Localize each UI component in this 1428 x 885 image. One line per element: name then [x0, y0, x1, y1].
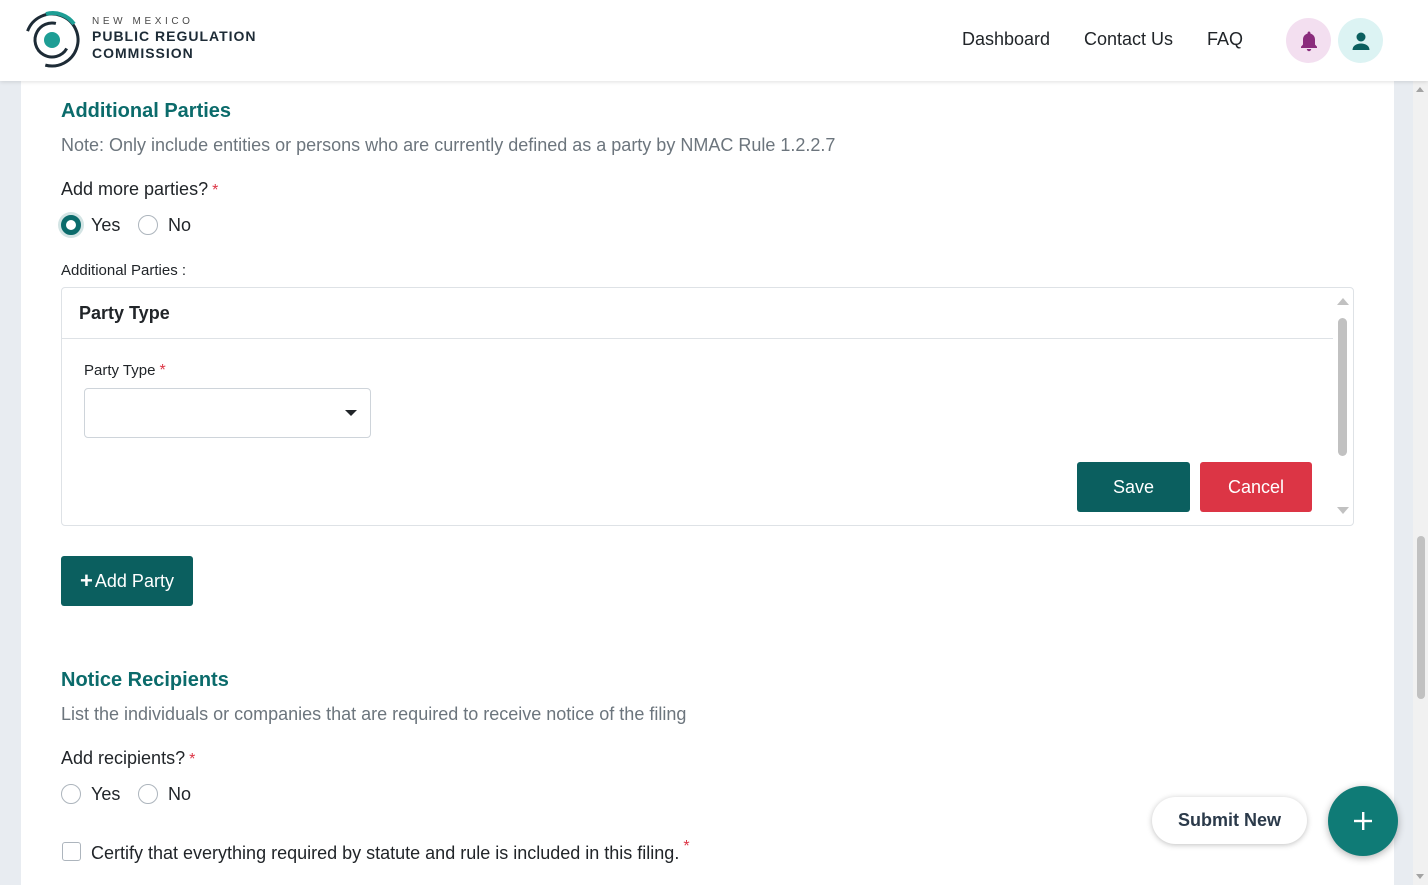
scroll-up-arrow-icon[interactable]	[1337, 298, 1349, 305]
add-recipients-no-label[interactable]: No	[168, 784, 191, 805]
scroll-down-arrow-icon[interactable]	[1337, 507, 1349, 514]
certify-checkbox[interactable]	[62, 842, 81, 861]
additional-parties-note: Note: Only include entities or persons w…	[61, 135, 836, 155]
add-party-button[interactable]: + Add Party	[61, 556, 193, 606]
add-recipients-no-radio[interactable]	[138, 784, 158, 804]
plus-icon	[1354, 812, 1372, 830]
brand-line1: PUBLIC REGULATION	[92, 28, 257, 44]
required-mark: *	[189, 751, 196, 768]
cancel-button[interactable]: Cancel	[1200, 462, 1312, 512]
party-type-select[interactable]	[84, 388, 371, 438]
additional-parties-field-label: Additional Parties :	[61, 262, 187, 279]
save-button[interactable]: Save	[1077, 462, 1190, 512]
panel-scrollbar[interactable]	[1333, 288, 1353, 525]
brand-top: NEW MEXICO	[92, 16, 194, 27]
prc-logo-icon[interactable]	[24, 10, 84, 70]
add-more-parties-question: Add more parties? *	[61, 179, 218, 200]
add-parties-no-label[interactable]: No	[168, 215, 191, 236]
party-editor-panel: Party Type Party Type * Save Cancel	[61, 287, 1354, 526]
party-type-label-text: Party Type	[84, 362, 156, 379]
add-parties-yes-radio[interactable]	[61, 215, 81, 235]
caret-down-icon	[345, 410, 357, 416]
add-recipients-yes-label[interactable]: Yes	[91, 784, 120, 805]
panel-scroll-thumb[interactable]	[1338, 318, 1347, 456]
submit-new-button[interactable]: Submit New	[1152, 797, 1307, 844]
user-menu-button[interactable]	[1338, 18, 1383, 63]
additional-parties-title: Additional Parties	[61, 100, 232, 122]
notice-recipients-description: List the individuals or companies that a…	[61, 704, 687, 724]
certify-label[interactable]: Certify that everything required by stat…	[91, 838, 690, 864]
add-more-parties-label: Add more parties?	[61, 179, 209, 199]
required-mark: *	[683, 838, 690, 855]
certify-text: Certify that everything required by stat…	[91, 843, 680, 863]
add-parties-yes-label[interactable]: Yes	[91, 215, 120, 236]
add-party-label: Add Party	[94, 570, 174, 591]
add-recipients-question: Add recipients? *	[61, 748, 195, 769]
page-scroll-thumb[interactable]	[1417, 536, 1425, 699]
user-icon	[1352, 32, 1369, 50]
notifications-button[interactable]	[1286, 18, 1331, 63]
add-recipients-label: Add recipients?	[61, 748, 186, 768]
party-type-label: Party Type *	[84, 362, 166, 380]
plus-icon: +	[80, 568, 93, 593]
form-content: Additional Parties Note: Only include en…	[21, 81, 1394, 885]
nav-faq[interactable]: FAQ	[1207, 29, 1243, 50]
bell-icon	[1300, 31, 1317, 51]
page-scroll-down-icon[interactable]	[1416, 874, 1424, 879]
new-filing-fab-button[interactable]	[1328, 786, 1398, 856]
notice-recipients-title: Notice Recipients	[61, 669, 229, 691]
party-panel-title: Party Type	[79, 303, 170, 323]
nav-contact-us[interactable]: Contact Us	[1084, 29, 1173, 50]
page-scroll-up-icon[interactable]	[1416, 87, 1424, 92]
top-header: NEW MEXICO PUBLIC REGULATION COMMISSION …	[0, 0, 1428, 81]
nav-dashboard[interactable]: Dashboard	[962, 29, 1050, 50]
add-parties-no-radio[interactable]	[138, 215, 158, 235]
brand-wordmark[interactable]: NEW MEXICO PUBLIC REGULATION COMMISSION	[92, 16, 257, 62]
required-mark: *	[212, 182, 219, 199]
party-panel-header: Party Type	[62, 288, 1333, 339]
brand-line2: COMMISSION	[92, 45, 194, 61]
add-recipients-yes-radio[interactable]	[61, 784, 81, 804]
page-scrollbar[interactable]	[1413, 81, 1428, 885]
required-mark: *	[159, 362, 166, 379]
